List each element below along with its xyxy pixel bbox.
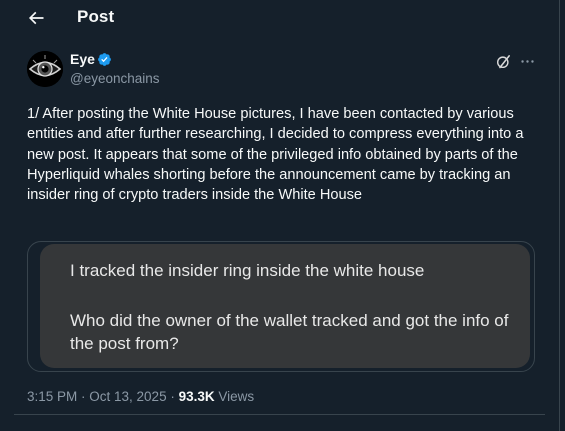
verified-badge-icon (98, 53, 111, 66)
tweet-media-image[interactable]: I tracked the insider ring inside the wh… (27, 241, 535, 372)
tweet-text: 1/ After posting the White House picture… (27, 106, 528, 204)
author-handle[interactable]: @eyeonchains (70, 71, 160, 86)
eye-avatar-icon (27, 51, 63, 87)
arrow-left-icon (28, 11, 44, 25)
page-title: Post (77, 7, 115, 26)
more-dots-icon[interactable] (519, 53, 536, 70)
divider (14, 414, 545, 415)
back-button[interactable] (22, 5, 50, 31)
grok-icon[interactable] (495, 53, 512, 70)
author-display-name[interactable]: Eye (70, 51, 95, 67)
post-detail-page: Post Eye @eyeonchains 1/ After posting t… (0, 0, 560, 431)
chat-bubble: I tracked the insider ring inside the wh… (40, 244, 530, 368)
tweet-meta: 3:15 PM · Oct 13, 2025 · 93.3K Views (27, 389, 254, 404)
views-count: 93.3K (178, 389, 215, 404)
media-text-line-2: Who did the owner of the wallet tracked … (70, 311, 509, 353)
views-label: Views (214, 389, 255, 404)
tweet-timestamp[interactable]: 3:15 PM · Oct 13, 2025 · (27, 389, 179, 404)
page-header: Post (0, 0, 559, 36)
avatar[interactable] (27, 51, 63, 87)
media-text-line-1: I tracked the insider ring inside the wh… (70, 261, 425, 280)
